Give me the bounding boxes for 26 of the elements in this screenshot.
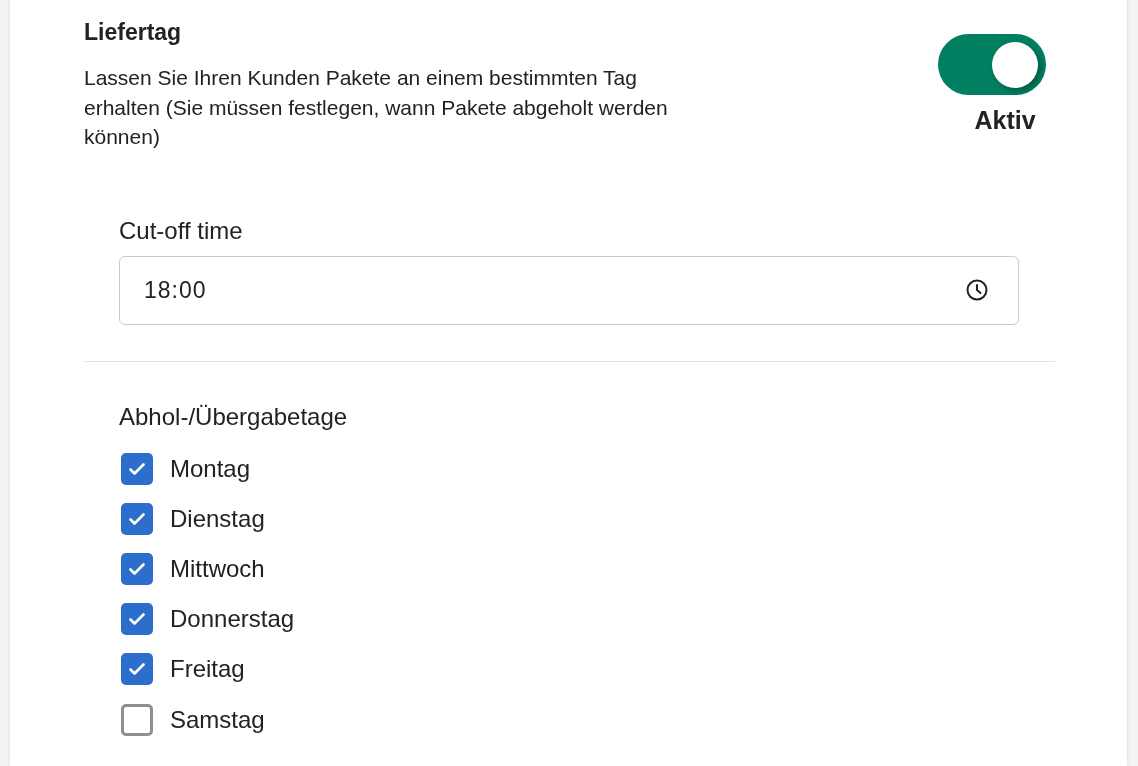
section-label: Abhol-/Übergabetage <box>119 401 349 432</box>
checkbox-label[interactable]: Samstag <box>170 704 265 735</box>
checkbox[interactable] <box>121 552 153 585</box>
checkbox-label[interactable]: Dienstag <box>170 503 265 534</box>
checkmark-icon <box>129 512 145 525</box>
checkbox[interactable] <box>121 653 153 686</box>
time-input[interactable]: 18:00 <box>119 255 1019 325</box>
toggle-label: Aktiv <box>974 105 1036 135</box>
checkmark-icon <box>129 663 145 676</box>
checkbox[interactable] <box>121 502 153 535</box>
field-label: Cut-off time <box>119 215 244 246</box>
checkbox[interactable] <box>121 603 153 636</box>
checkbox-label[interactable]: Freitag <box>170 654 245 685</box>
clock-icon[interactable] <box>966 279 988 301</box>
checkbox[interactable] <box>121 452 153 485</box>
checkmark-icon <box>129 562 145 575</box>
checkbox[interactable] <box>121 703 153 736</box>
checkbox-label[interactable]: Montag <box>170 453 251 484</box>
checkmark-icon <box>129 613 145 626</box>
checkbox-label[interactable]: Mittwoch <box>170 553 265 584</box>
section-description: Lassen Sie Ihren Kunden Pakete an einem bestimmten Tag erhalten (Sie müssen festlegen, wann Pakete abgeholt werden können) <box>84 65 669 150</box>
section-title: Liefertag <box>84 18 183 47</box>
checkmark-icon <box>129 462 145 475</box>
checkbox-label[interactable]: Donnerstag <box>170 604 295 635</box>
time-value: 18:00 <box>144 275 207 305</box>
toggle-switch[interactable] <box>938 34 1046 95</box>
